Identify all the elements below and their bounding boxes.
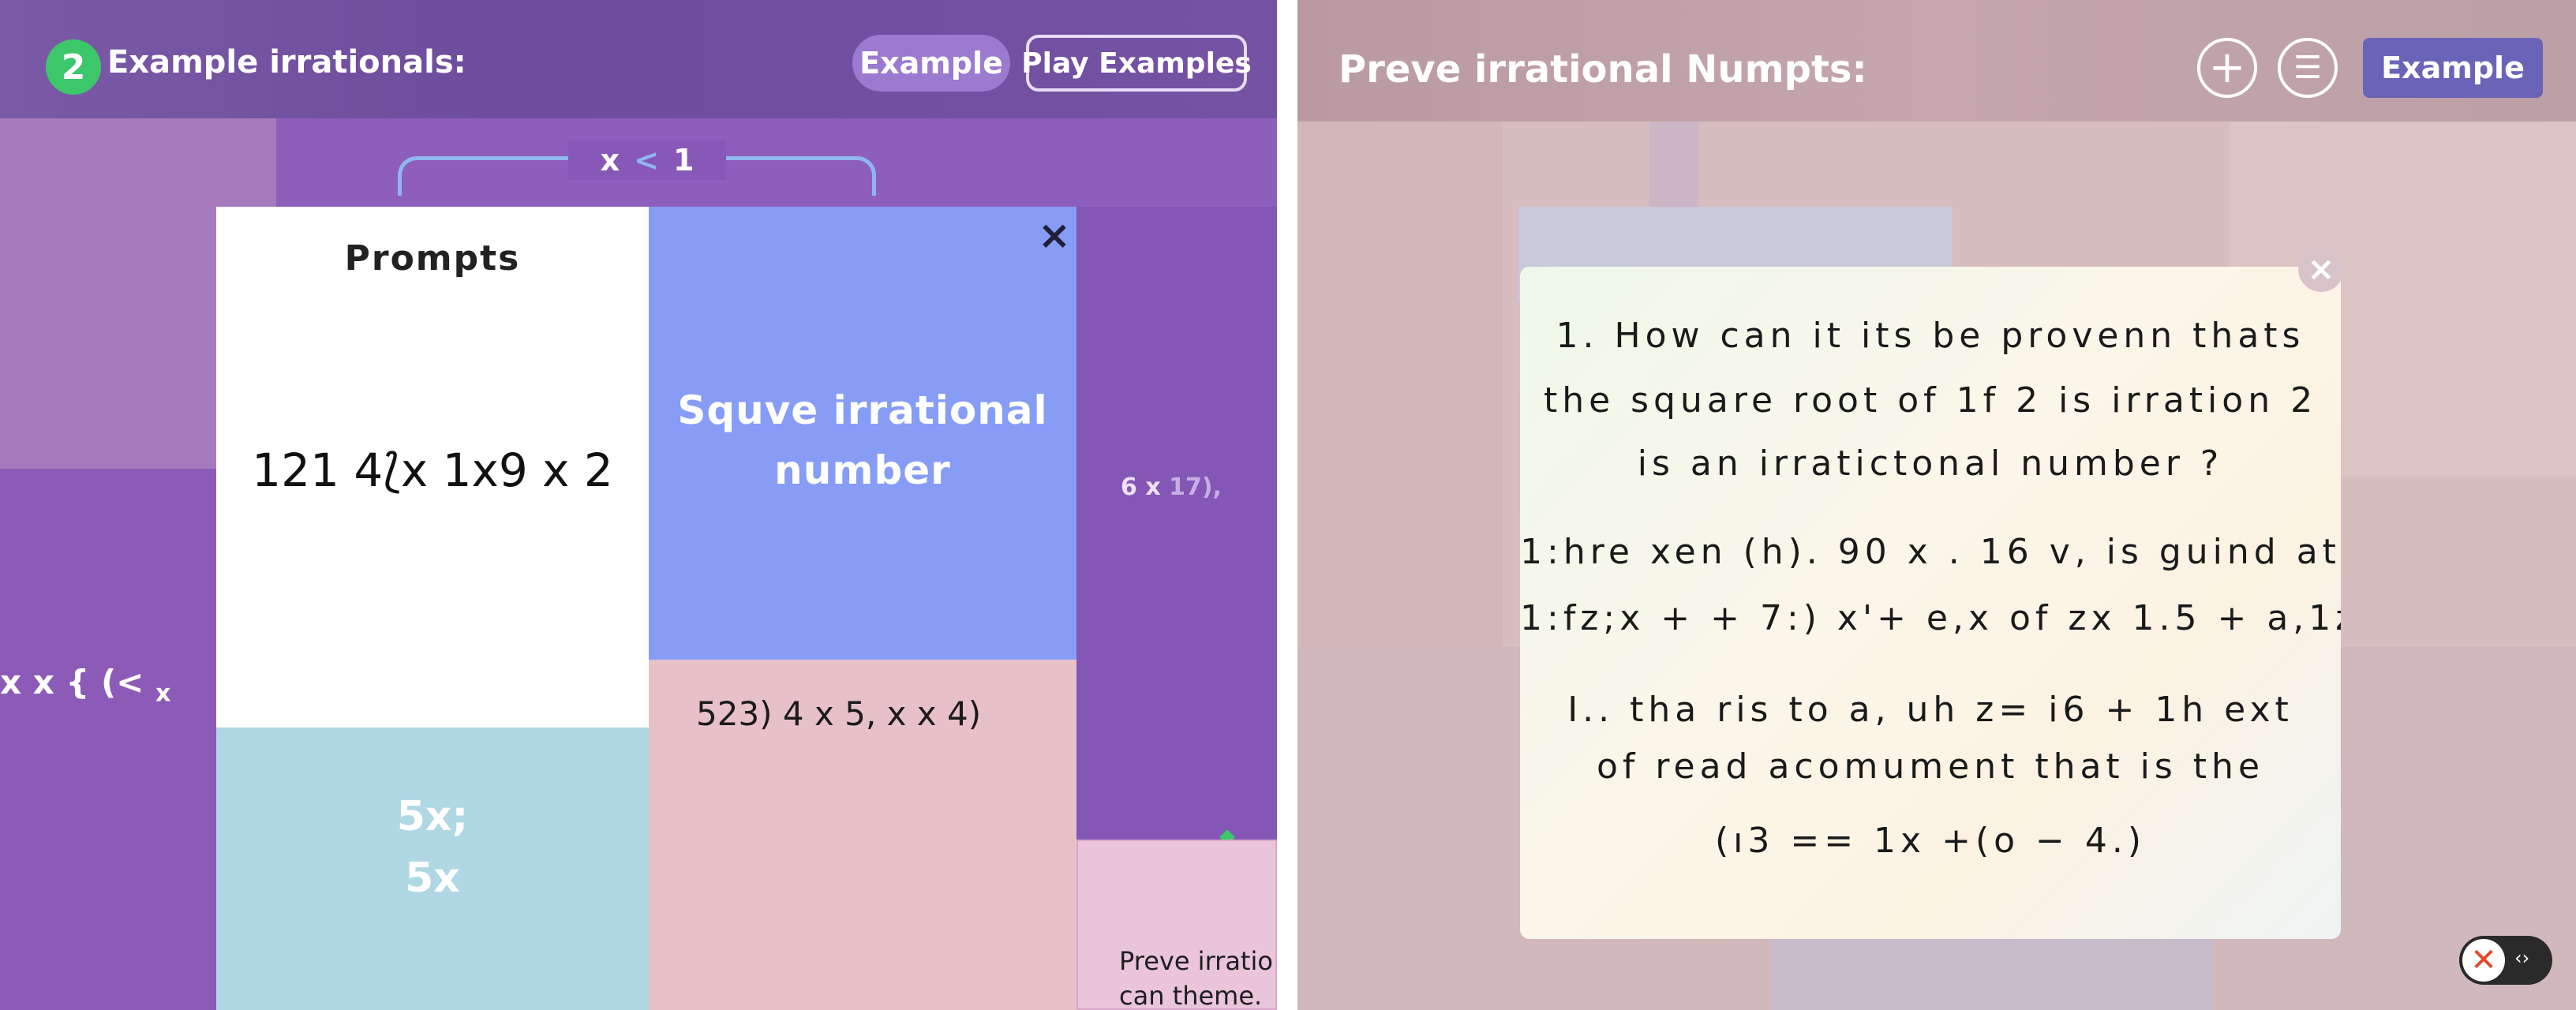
card-close-icon[interactable]: × bbox=[2298, 246, 2344, 292]
card-line: is an irratictonal number ? bbox=[1637, 443, 2224, 484]
toggle-arrows-icon: ‹› bbox=[2514, 947, 2530, 969]
right-panel: Preve irrational Numpts: + ☰ Example 1. … bbox=[1297, 0, 2576, 1010]
preview-card[interactable]: Preve irratio can theme. bbox=[1076, 840, 1277, 1010]
prompts-cell[interactable]: Prompts 121 4⟅x 1x9 x 2 bbox=[216, 207, 649, 728]
prompts-formula: 121 4⟅x 1x9 x 2 bbox=[252, 443, 613, 497]
irrational-number-line1: Squve irrational bbox=[677, 387, 1048, 433]
irrational-number-title: Squve irrational number bbox=[649, 380, 1076, 500]
side-formula-text: x x { (< bbox=[0, 663, 144, 701]
close-icon[interactable]: × bbox=[1037, 215, 1072, 255]
teal-cell[interactable]: 5x; 5x bbox=[216, 728, 649, 1010]
play-examples-button[interactable]: Play Examples bbox=[1021, 35, 1252, 92]
range-value: 1 bbox=[672, 143, 695, 178]
side-note: 6 x 17), bbox=[1121, 473, 1222, 501]
pink-cell[interactable]: 523) 4 x 5, x x 4) bbox=[649, 660, 1076, 1010]
irrational-number-line2: number bbox=[774, 447, 951, 493]
preview-card-text: Preve irratio can theme. bbox=[1119, 944, 1273, 1010]
card-line: 1:hre xen (h). 90 x . 16 v, is guind at bbox=[1520, 532, 2341, 572]
left-panel: 2 Example irrationals: Example Play Exam… bbox=[0, 0, 1277, 1010]
right-title: Preve irrational Numpts: bbox=[1339, 47, 1867, 92]
bg-tile bbox=[1076, 207, 1277, 840]
bg-tile bbox=[0, 469, 216, 1010]
card-line: the square root of 1f 2 is irration 2 bbox=[1543, 380, 2318, 421]
teal-line2: 5x bbox=[405, 855, 460, 902]
prompt-grid: Prompts 121 4⟅x 1x9 x 2 Squve irrational… bbox=[216, 207, 1076, 1010]
bg-tile bbox=[1771, 939, 2213, 1010]
range-label: x < 1 bbox=[568, 140, 726, 180]
irrational-number-cell[interactable]: Squve irrational number bbox=[649, 207, 1076, 660]
question-card: 1. How can it its be provenn thats the s… bbox=[1520, 267, 2341, 939]
preview-line1: Preve irratio bbox=[1119, 946, 1273, 976]
side-note-a: 6 x bbox=[1121, 473, 1161, 501]
toggle-switch[interactable]: ✕ ‹› bbox=[2459, 936, 2552, 985]
page-title: Example irrationals: bbox=[107, 44, 466, 80]
step-badge: 2 bbox=[46, 39, 101, 95]
preview-line2: can theme. bbox=[1119, 981, 1263, 1010]
card-line: of read acomument that is the bbox=[1596, 746, 2265, 787]
side-note-b: 17), bbox=[1169, 473, 1222, 501]
example-button-right[interactable]: Example bbox=[2363, 38, 2543, 98]
example-button[interactable]: Example bbox=[852, 35, 1010, 92]
less-than-icon: < bbox=[634, 143, 659, 178]
card-line: 1. How can it its be provenn thats bbox=[1556, 316, 2305, 356]
side-formula: x x { (< x bbox=[0, 663, 170, 707]
prompts-title: Prompts bbox=[344, 238, 521, 279]
teal-cell-text: 5x; 5x bbox=[216, 786, 649, 909]
side-formula-sub: x bbox=[155, 679, 171, 708]
list-icon[interactable]: ☰ bbox=[2278, 38, 2338, 98]
card-line: I.. tha ris to a, uh z= i6 + 1h ext bbox=[1567, 690, 2293, 730]
card-line: (ı3 == 1x +(o − 4.) bbox=[1714, 821, 2147, 861]
teal-line1: 5x; bbox=[396, 793, 469, 840]
toggle-close-icon: ✕ bbox=[2462, 939, 2505, 982]
add-icon[interactable]: + bbox=[2197, 38, 2257, 98]
card-line: 1:fz;x + + 7:) x'+ e,x of zx 1.5 + a,1zs bbox=[1520, 598, 2341, 638]
pink-cell-text: 523) 4 x 5, x x 4) bbox=[696, 694, 982, 733]
range-variable: x bbox=[600, 143, 620, 178]
